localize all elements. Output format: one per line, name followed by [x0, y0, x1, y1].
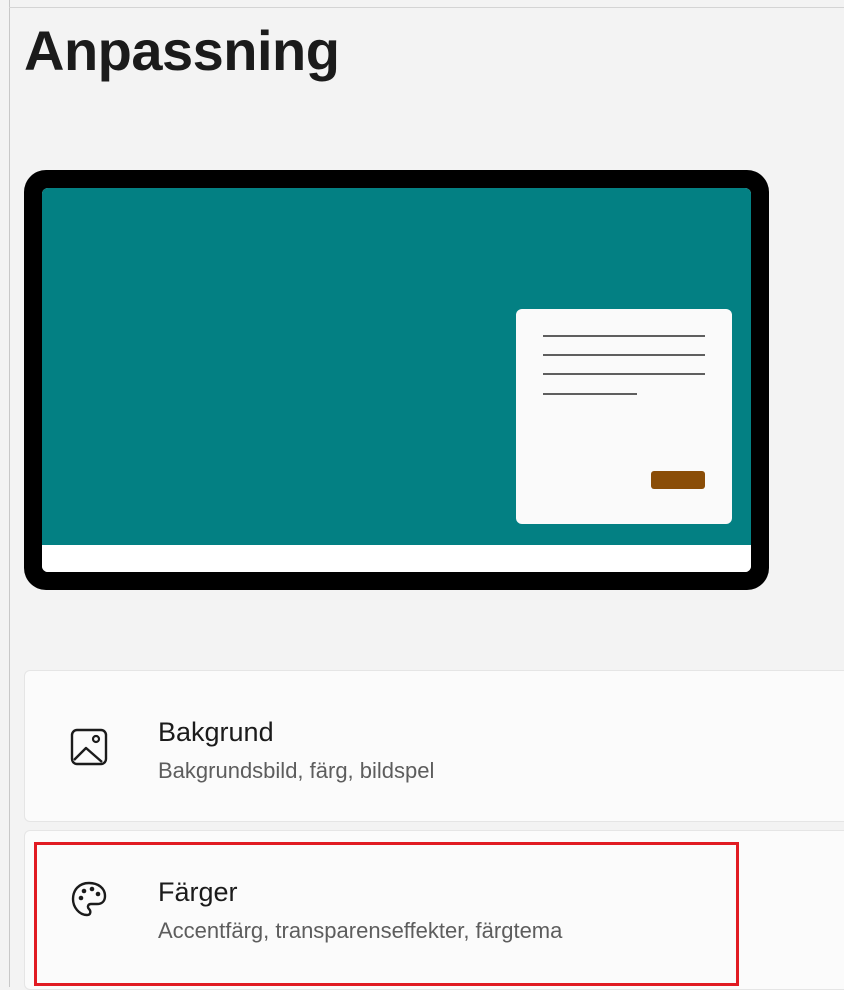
preview-accent-button — [651, 471, 705, 489]
preview-screen — [42, 188, 751, 572]
settings-item-title: Bakgrund — [158, 717, 274, 747]
window-left-border — [9, 0, 10, 987]
page-title: Anpassning — [24, 19, 340, 82]
preview-text-line — [543, 393, 637, 395]
window-top-border — [9, 7, 844, 8]
settings-item-description: Bakgrundsbild, färg, bildspel — [158, 758, 435, 783]
preview-desktop-background — [42, 188, 751, 545]
preview-window — [516, 309, 732, 524]
preview-text-line — [543, 335, 705, 337]
preview-text-line — [543, 373, 705, 375]
highlight-annotation — [34, 842, 739, 986]
theme-preview — [24, 170, 769, 590]
settings-item-background[interactable]: Bakgrund Bakgrundsbild, färg, bildspel — [24, 670, 844, 822]
preview-text-line — [543, 354, 705, 356]
preview-taskbar — [42, 545, 751, 572]
image-icon — [69, 727, 109, 767]
